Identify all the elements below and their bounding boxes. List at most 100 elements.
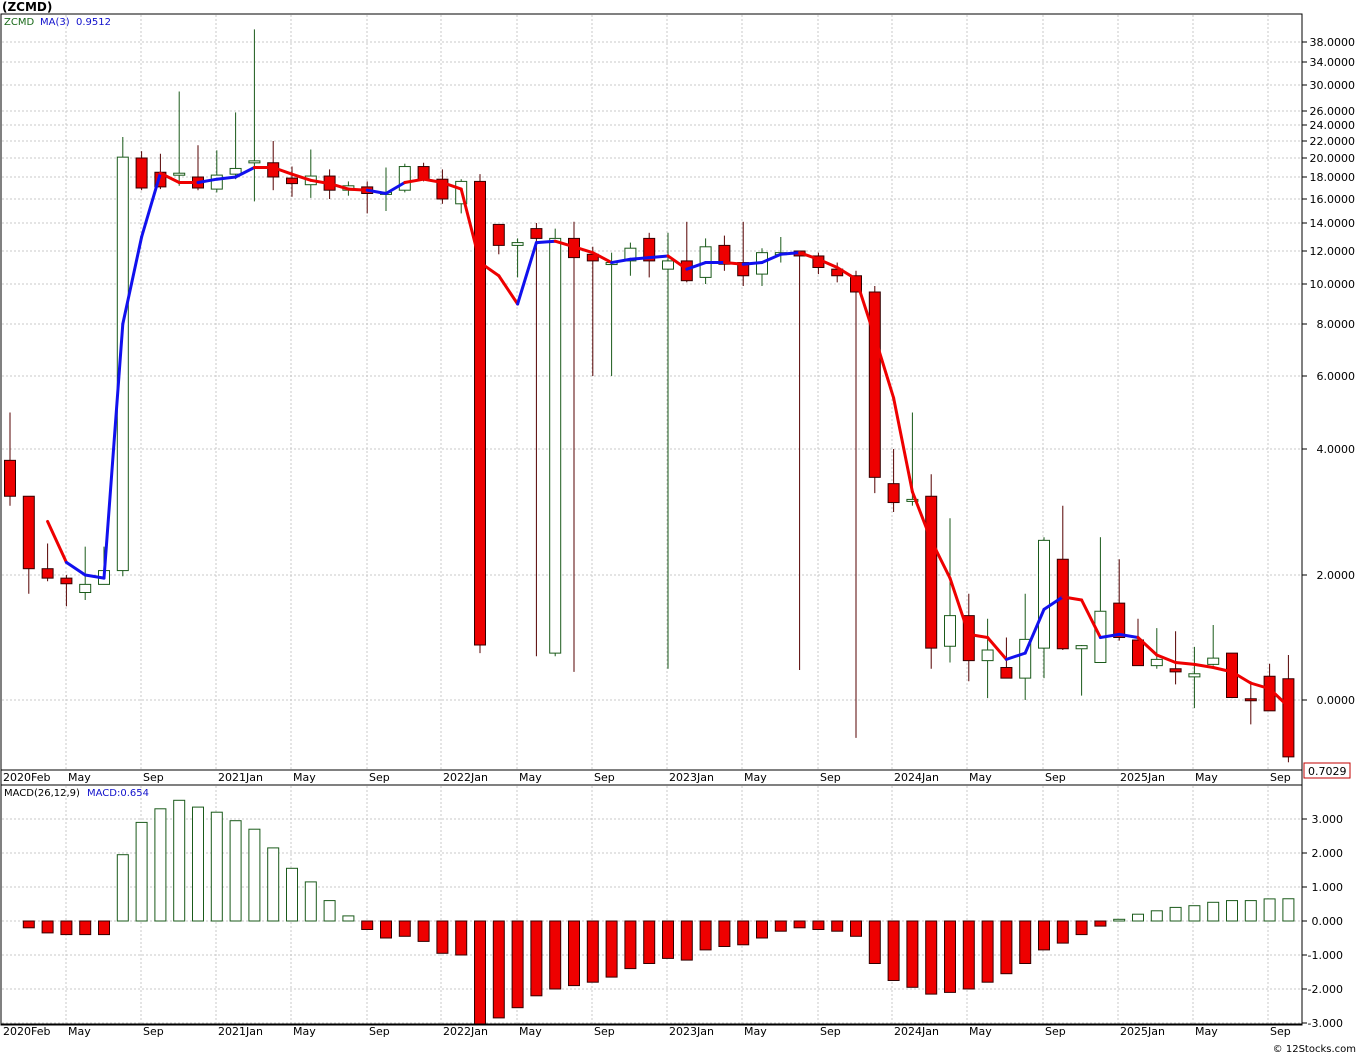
price-x-tick-label: 2024Jan bbox=[894, 771, 939, 784]
macd-x-tick-label: May bbox=[744, 1025, 767, 1038]
candle-body-down bbox=[887, 483, 900, 504]
macd-bar-negative bbox=[718, 920, 731, 947]
macd-bar-positive bbox=[1244, 900, 1257, 922]
macd-x-tick-label: May bbox=[969, 1025, 992, 1038]
price-x-tick-label: Sep bbox=[594, 771, 615, 784]
price-y-tick-label: 18.0000 bbox=[1310, 171, 1356, 184]
candle-body-down bbox=[925, 495, 938, 649]
price-y-tick-label: 0.0000 bbox=[1317, 694, 1356, 707]
price-y-tick-label: 26.0000 bbox=[1310, 105, 1356, 118]
candle-body-down bbox=[1132, 639, 1144, 667]
macd-bar-negative bbox=[1019, 920, 1032, 964]
macd-bar-negative bbox=[850, 920, 862, 937]
price-x-tick-label: May bbox=[1195, 771, 1218, 784]
macd-bar-positive bbox=[192, 806, 204, 922]
macd-bar-positive bbox=[267, 847, 280, 922]
candle-body-up bbox=[1207, 657, 1220, 665]
macd-bar-positive bbox=[154, 808, 167, 922]
price-y-tick-label: 34.0000 bbox=[1310, 56, 1356, 69]
price-x-tick-label: 2025Jan bbox=[1120, 771, 1165, 784]
footer-credit: © 12Stocks.com bbox=[1273, 1044, 1356, 1055]
macd-x-tick-label: Sep bbox=[1270, 1025, 1291, 1038]
macd-x-tick-label: May bbox=[68, 1025, 91, 1038]
macd-x-tick-label: 2023Jan bbox=[669, 1025, 714, 1038]
macd-bar-negative bbox=[662, 920, 674, 959]
macd-legend-value: MACD:0.654 bbox=[87, 788, 149, 799]
macd-bar-negative bbox=[474, 920, 486, 1025]
macd-bar-negative bbox=[756, 920, 768, 939]
candle-body-down bbox=[286, 177, 298, 185]
candle-body-down bbox=[1169, 668, 1182, 673]
price-y-tick-label: 8.0000 bbox=[1317, 318, 1356, 331]
macd-x-tick-label: 2025Jan bbox=[1120, 1025, 1165, 1038]
candle-body-down bbox=[1113, 602, 1126, 638]
candle-body-down bbox=[4, 459, 16, 497]
chart-title: (ZCMD) bbox=[2, 0, 52, 14]
macd-bar-positive bbox=[304, 881, 317, 922]
macd-bar-negative bbox=[925, 920, 938, 995]
candle-body-up bbox=[210, 174, 223, 190]
macd-x-tick-label: 2021Jan bbox=[218, 1025, 263, 1038]
price-x-tick-label: May bbox=[68, 771, 91, 784]
ma-segment bbox=[346, 187, 369, 192]
macd-bar-negative bbox=[887, 920, 900, 981]
macd-y-tick-label: -1.000 bbox=[1308, 949, 1343, 962]
macd-x-tick-label: 2020Feb bbox=[3, 1025, 50, 1038]
macd-bar-positive bbox=[286, 867, 298, 922]
candle-body-up bbox=[511, 242, 524, 246]
macd-bar-positive bbox=[229, 820, 242, 922]
macd-y-tick-label: 3.000 bbox=[1312, 813, 1344, 826]
macd-legend: MACD(26,12,9) bbox=[4, 788, 80, 799]
price-y-tick-label: 10.0000 bbox=[1310, 278, 1356, 291]
macd-bar-negative bbox=[1000, 920, 1013, 975]
macd-bar-negative bbox=[41, 920, 54, 934]
price-y-tick-label: 2.0000 bbox=[1317, 569, 1356, 582]
macd-bar-positive bbox=[1113, 918, 1126, 922]
last-price-tag: 0.7029 bbox=[1308, 765, 1347, 778]
ma-segment bbox=[628, 256, 651, 261]
ma-segment bbox=[722, 261, 745, 266]
macd-bar-negative bbox=[586, 920, 599, 983]
price-y-tick-label: 22.0000 bbox=[1310, 135, 1356, 148]
macd-bar-negative bbox=[511, 920, 524, 1009]
ma-segment bbox=[741, 261, 764, 266]
macd-bar-negative bbox=[436, 920, 449, 954]
macd-bar-positive bbox=[1169, 906, 1182, 922]
macd-x-tick-label: May bbox=[1195, 1025, 1218, 1038]
macd-bar-positive bbox=[210, 811, 223, 922]
candle-body-down bbox=[680, 260, 693, 282]
price-x-tick-label: May bbox=[293, 771, 316, 784]
macd-bar-negative bbox=[568, 920, 580, 987]
ma-segment bbox=[647, 254, 670, 260]
macd-x-tick-label: Sep bbox=[594, 1025, 615, 1038]
macd-bar-negative bbox=[1056, 920, 1069, 944]
macd-bar-negative bbox=[398, 920, 411, 937]
macd-bar-positive bbox=[248, 828, 261, 922]
macd-x-tick-label: Sep bbox=[820, 1025, 841, 1038]
macd-bar-negative bbox=[380, 920, 392, 939]
macd-bar-negative bbox=[22, 920, 35, 929]
candle-body-up bbox=[1075, 645, 1088, 650]
price-y-tick-label: 30.0000 bbox=[1310, 79, 1356, 92]
candle-body-up bbox=[79, 583, 92, 593]
price-y-tick-label: 14.0000 bbox=[1310, 217, 1356, 230]
macd-bar-negative bbox=[530, 920, 543, 997]
ma-legend: MA(3) bbox=[40, 17, 70, 28]
macd-bar-positive bbox=[1207, 901, 1220, 922]
ma-segment bbox=[534, 239, 557, 245]
macd-bar-positive bbox=[135, 821, 148, 922]
macd-bar-negative bbox=[60, 920, 73, 936]
macd-y-tick-label: -3.000 bbox=[1308, 1017, 1343, 1030]
price-x-tick-label: 2020Feb bbox=[3, 771, 50, 784]
macd-bar-negative bbox=[831, 920, 844, 932]
candle-body-up bbox=[173, 172, 186, 176]
macd-bar-negative bbox=[492, 920, 505, 1019]
macd-bar-negative bbox=[1075, 920, 1088, 936]
price-x-tick-label: 2021Jan bbox=[218, 771, 263, 784]
macd-bar-negative bbox=[699, 920, 712, 951]
macd-x-tick-label: Sep bbox=[143, 1025, 164, 1038]
ma-segment bbox=[779, 251, 802, 256]
price-y-tick-label: 38.0000 bbox=[1310, 36, 1356, 49]
macd-bar-negative bbox=[417, 920, 430, 942]
candle-body-down bbox=[868, 291, 881, 478]
